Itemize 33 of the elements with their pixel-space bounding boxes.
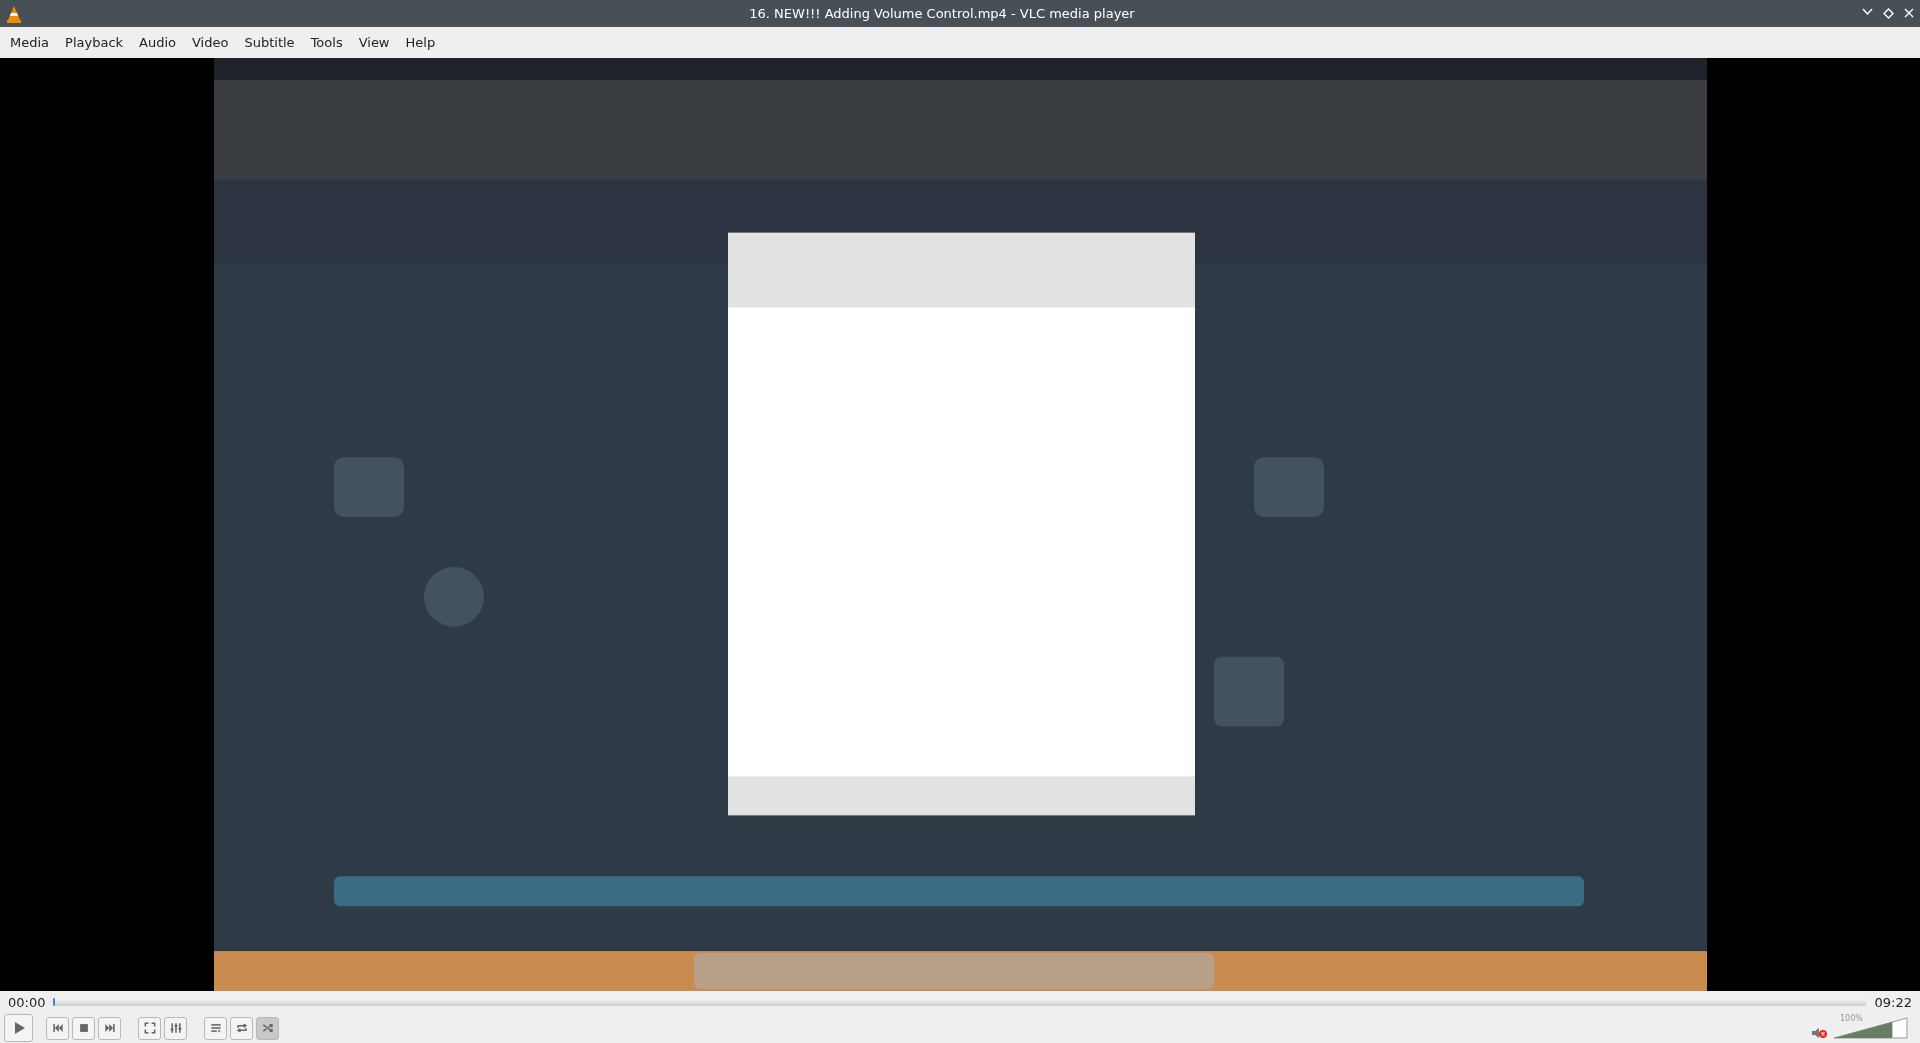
volume-reading: 100%	[1840, 1014, 1863, 1023]
sliders-icon	[168, 1021, 183, 1035]
next-icon	[102, 1021, 117, 1035]
previous-button[interactable]	[46, 1016, 69, 1040]
stop-button[interactable]	[72, 1016, 95, 1040]
menu-item[interactable]: Audio	[131, 35, 184, 50]
play-button[interactable]	[4, 1014, 33, 1042]
playlist-button[interactable]	[204, 1016, 227, 1040]
playlist-icon	[208, 1021, 223, 1035]
menu-item[interactable]: Tools	[302, 35, 351, 50]
shuffle-icon	[260, 1021, 275, 1035]
minimize-icon[interactable]	[1862, 8, 1873, 15]
menu-item[interactable]: Media	[2, 35, 58, 50]
traffic-cone-icon	[6, 4, 22, 23]
previous-icon	[50, 1021, 65, 1035]
maximize-icon[interactable]	[1883, 8, 1894, 19]
menu-item[interactable]: View	[350, 35, 398, 50]
shuffle-button[interactable]	[256, 1016, 279, 1040]
elapsed-time: 00:00	[8, 994, 46, 1010]
fullscreen-button[interactable]	[138, 1016, 161, 1040]
muted-speaker-icon[interactable]	[1812, 1027, 1828, 1039]
extended-settings-button[interactable]	[164, 1016, 187, 1040]
total-time: 09:22	[1874, 994, 1912, 1010]
window-title: 16. NEW!!! Adding Volume Control.mp4 - VLC media player	[748, 6, 1136, 21]
loop-icon	[234, 1021, 249, 1035]
menu-item[interactable]: Subtitle	[236, 35, 303, 50]
fullscreen-icon	[142, 1021, 157, 1035]
next-button[interactable]	[98, 1016, 121, 1040]
menu-item[interactable]: Video	[184, 35, 237, 50]
menu-item[interactable]: Playback	[57, 35, 132, 50]
menu-item[interactable]: Help	[397, 35, 444, 50]
loop-button[interactable]	[230, 1016, 253, 1040]
close-icon[interactable]	[1904, 8, 1914, 18]
